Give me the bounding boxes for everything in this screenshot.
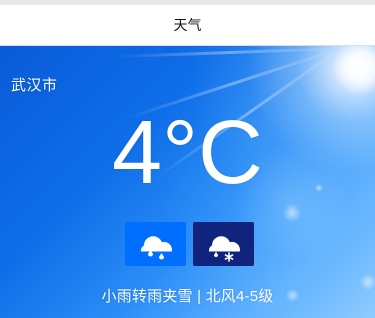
- page-title: 天气: [173, 17, 202, 33]
- weather-icons: [125, 222, 255, 266]
- weather-app: 天气 武汉市 4°C 小雨转雨夹雪 | 北风4-5级: [0, 0, 375, 318]
- light-rain-icon: [125, 222, 186, 266]
- temperature: 4°C: [111, 103, 264, 203]
- sleet-icon: [193, 222, 254, 266]
- weather-card: 武汉市 4°C 小雨转雨夹雪 | 北风4-5级: [0, 46, 375, 318]
- sun-glow: [332, 46, 375, 96]
- weather-description: 小雨转雨夹雪 | 北风4-5级: [101, 288, 274, 305]
- city-name: 武汉市: [11, 77, 58, 94]
- lens-flare: [283, 204, 301, 222]
- title-bar: 天气: [0, 5, 375, 46]
